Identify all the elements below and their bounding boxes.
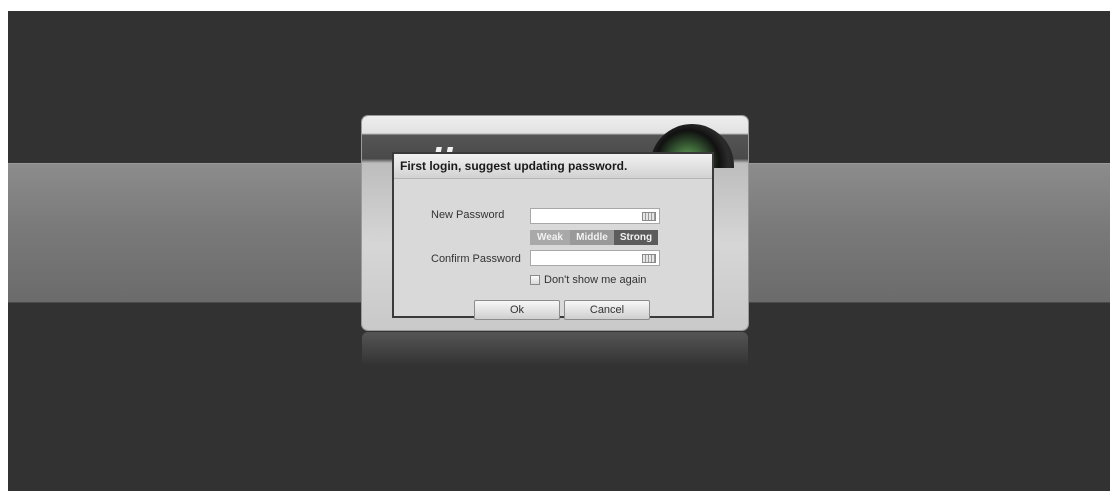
strength-strong: Strong (614, 230, 658, 245)
strength-weak: Weak (530, 230, 570, 245)
cancel-button[interactable]: Cancel (564, 300, 650, 320)
ok-button[interactable]: Ok (474, 300, 560, 320)
panel-reflection (362, 332, 748, 366)
confirm-password-label: Confirm Password (431, 253, 521, 265)
confirm-password-input[interactable] (530, 250, 660, 266)
keyboard-icon[interactable] (642, 212, 656, 221)
password-dialog: First login, suggest updating password. … (392, 152, 714, 320)
dialog-header: First login, suggest updating password. (394, 154, 712, 179)
dont-show-again-label: Don't show me again (544, 274, 647, 286)
new-password-label: New Password (431, 209, 505, 221)
password-strength-meter: Weak Middle Strong (530, 230, 658, 245)
strength-middle: Middle (570, 230, 614, 245)
dont-show-again-checkbox[interactable] (530, 275, 540, 285)
dont-show-again-option[interactable]: Don't show me again (530, 274, 646, 286)
keyboard-icon[interactable] (642, 254, 656, 263)
dialog-title: First login, suggest updating password. (400, 159, 628, 173)
new-password-input[interactable] (530, 208, 660, 224)
